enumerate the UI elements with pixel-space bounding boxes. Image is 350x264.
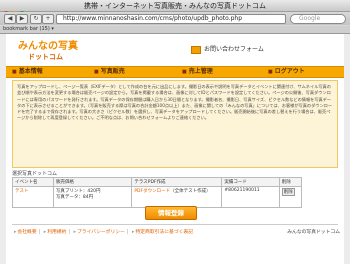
menu-item-label: 基本情報 [18, 68, 43, 75]
envelope-icon [191, 45, 201, 54]
logo-line1: みんなの写真 [18, 39, 78, 52]
arrow-icon: ▸ [73, 230, 76, 235]
menu-item-logout[interactable]: ■ ログアウト [268, 67, 305, 77]
intro-text-box: 写真をアップロードし、ページ一覧表（EXIFデータ）として作成の台を元に出品にし… [12, 80, 338, 168]
footer-separator: | [38, 230, 41, 235]
pdf-download-link[interactable]: PDFダウンロード [134, 189, 170, 194]
contact-form-link[interactable]: お問い合わせフォーム [191, 44, 264, 54]
back-button[interactable]: ◀ [4, 14, 16, 24]
column-header: 販売価格 [52, 177, 133, 187]
footer-link-commerce-law[interactable]: 特定商取引法に基づく表記 [135, 230, 193, 235]
browser-toolbar: ◀ ▶ ↻ + http://www.minnanoshasin.com/cms… [0, 12, 350, 25]
photo-cart-table: イベント名 販売価格 テラスPDF作成 実績コード 削除 テスト 写真プリント：… [12, 177, 303, 208]
pdf-cell: PDFダウンロード（全体テスト作成） [131, 186, 223, 208]
delete-cell: 削除 [278, 186, 303, 208]
logo-line2: ドットコム [28, 53, 63, 61]
bookmarks-bar-label[interactable]: bookmark bar (15) ▾ [3, 26, 54, 33]
search-input[interactable]: Google [290, 14, 346, 24]
footer-link-terms[interactable]: 利用規約 [47, 230, 66, 235]
add-bookmark-button[interactable]: + [42, 14, 54, 24]
window-titlebar: 携帯・インターネット写真販売・みんなの写真ドットコム [0, 0, 350, 17]
menu-item-basic-info[interactable]: ■ 基本情報 [12, 67, 43, 77]
menu-item-sales-management[interactable]: ■ 売上管理 [182, 67, 213, 77]
address-bar[interactable]: http://www.minnanoshasin.com/cms/photo/u… [56, 14, 286, 24]
page-content: みんなの写真 ドットコム お問い合わせフォーム ■ 基本情報 ■ 写真販売 ■ 売上管… [6, 34, 344, 264]
delete-button[interactable]: 削除 [281, 188, 295, 196]
menu-item-label: 売上管理 [188, 68, 213, 75]
event-link[interactable]: テスト [15, 189, 29, 194]
page-background: みんなの写真 ドットコム お問い合わせフォーム ■ 基本情報 ■ 写真販売 ■ 売上管… [0, 34, 350, 264]
menu-item-label: ログアウト [274, 68, 305, 75]
footer-link-company[interactable]: 会社概要 [17, 230, 36, 235]
footer-separator: | [68, 230, 71, 235]
reload-button[interactable]: ↻ [30, 14, 42, 24]
arrow-icon: ▸ [43, 230, 47, 235]
footer-divider [12, 224, 338, 225]
column-header: イベント名 [12, 177, 54, 187]
main-menu: ■ 基本情報 ■ 写真販売 ■ 売上管理 ■ ログアウト [6, 66, 344, 78]
bullet-icon: ■ [94, 69, 99, 75]
event-cell: テスト [12, 186, 54, 208]
price-cell: 写真プリント：420円 写真データ：84円 [52, 186, 133, 208]
table-row: テスト 写真プリント：420円 写真データ：84円 PDFダウンロード（全体テス… [12, 186, 303, 208]
pdf-note: （全体テスト作成） [170, 189, 211, 194]
bullet-icon: ■ [268, 69, 273, 75]
data-price: 写真データ：84円 [55, 195, 94, 200]
menu-item-label: 写真販売 [100, 68, 125, 75]
contact-form-label: お問い合わせフォーム [204, 46, 264, 53]
code-cell: #80621190011 [221, 186, 280, 208]
footer-separator: | [126, 230, 129, 235]
cart-section-title: 選択写真ドットコム [12, 171, 58, 177]
footer: ▸会社概要 | ▸利用規約 | ▸プライバシーポリシー | ▸特定商取引法に基づく表記… [14, 228, 340, 235]
column-header: 実績コード [221, 177, 280, 187]
footer-link-privacy[interactable]: プライバシーポリシー [77, 230, 125, 235]
bullet-icon: ■ [182, 69, 187, 75]
register-button[interactable]: 情報登録 [145, 206, 197, 220]
site-logo[interactable]: みんなの写真 ドットコム [14, 38, 84, 62]
footer-brand: みんなの写真ドットコム [287, 230, 340, 235]
column-header: 削除 [278, 177, 303, 187]
menu-item-photo-sales[interactable]: ■ 写真販売 [94, 67, 125, 77]
window-title: 携帯・インターネット写真販売・みんなの写真ドットコム [84, 2, 266, 10]
bookmarks-bar: bookmark bar (15) ▾ [0, 26, 350, 34]
table-header-row: イベント名 販売価格 テラスPDF作成 実績コード 削除 [12, 177, 303, 187]
bullet-icon: ■ [12, 69, 17, 75]
column-header: テラスPDF作成 [131, 177, 223, 187]
forward-button[interactable]: ▶ [16, 14, 28, 24]
